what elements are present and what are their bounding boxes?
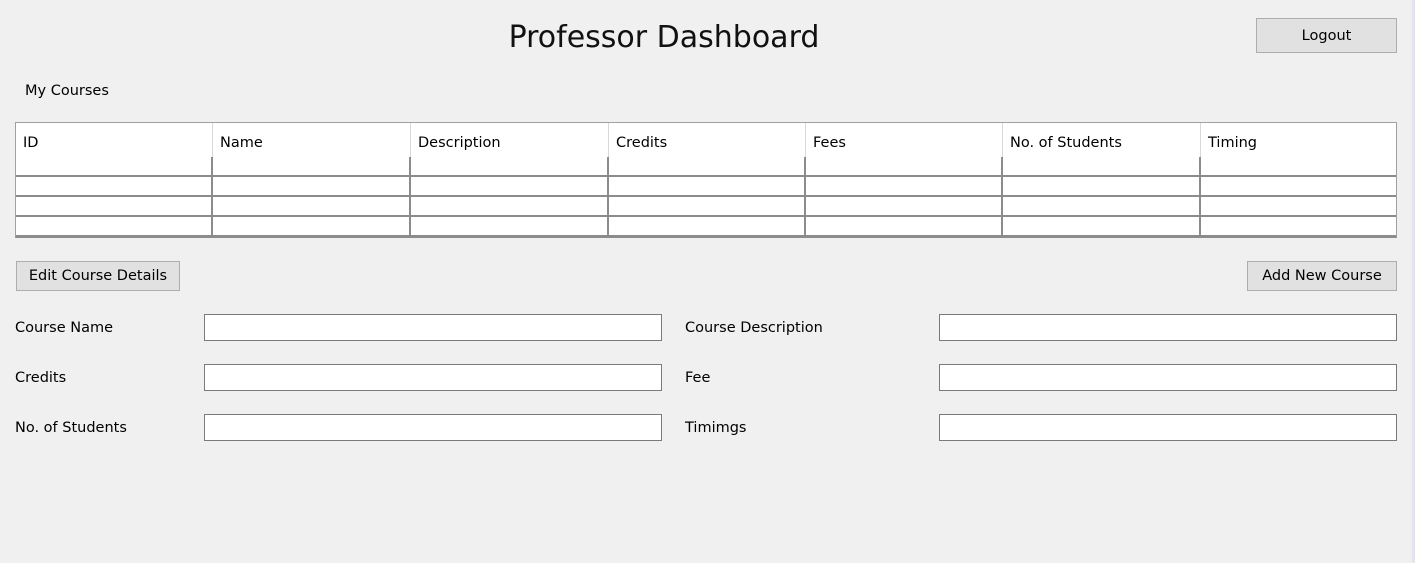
table-cell[interactable] — [806, 217, 1003, 235]
table-cell[interactable] — [213, 197, 411, 215]
table-cell[interactable] — [1201, 157, 1396, 175]
column-header-timing[interactable]: Timing — [1201, 123, 1396, 157]
table-cell[interactable] — [16, 157, 213, 175]
table-cell[interactable] — [1201, 217, 1396, 235]
credits-label: Credits — [15, 370, 67, 386]
table-cell[interactable] — [609, 217, 806, 235]
table-row[interactable] — [16, 197, 1396, 217]
column-header-name[interactable]: Name — [213, 123, 411, 157]
table-cell[interactable] — [806, 197, 1003, 215]
column-header-students[interactable]: No. of Students — [1003, 123, 1201, 157]
course-description-label: Course Description — [685, 320, 823, 336]
table-cell[interactable] — [609, 157, 806, 175]
table-cell[interactable] — [1201, 197, 1396, 215]
table-cell[interactable] — [609, 197, 806, 215]
table-header-row: ID Name Description Credits Fees No. of … — [16, 123, 1396, 157]
table-cell[interactable] — [1003, 217, 1201, 235]
add-new-course-button[interactable]: Add New Course — [1247, 261, 1397, 291]
table-cell[interactable] — [16, 177, 213, 195]
column-header-credits[interactable]: Credits — [609, 123, 806, 157]
students-input[interactable] — [204, 414, 662, 441]
table-cell[interactable] — [411, 177, 609, 195]
table-row[interactable] — [16, 177, 1396, 197]
table-row[interactable] — [16, 217, 1396, 236]
table-cell[interactable] — [213, 217, 411, 235]
course-description-input[interactable] — [939, 314, 1397, 341]
table-cell[interactable] — [1201, 177, 1396, 195]
edit-course-details-button[interactable]: Edit Course Details — [16, 261, 180, 291]
column-header-description[interactable]: Description — [411, 123, 609, 157]
my-courses-label: My Courses — [25, 83, 109, 99]
logout-button[interactable]: Logout — [1256, 18, 1397, 53]
fee-input[interactable] — [939, 364, 1397, 391]
table-cell[interactable] — [213, 157, 411, 175]
table-cell[interactable] — [411, 217, 609, 235]
table-cell[interactable] — [1003, 197, 1201, 215]
page-title: Professor Dashboard — [508, 20, 820, 55]
credits-input[interactable] — [204, 364, 662, 391]
table-cell[interactable] — [609, 177, 806, 195]
table-cell[interactable] — [411, 157, 609, 175]
table-cell[interactable] — [16, 197, 213, 215]
table-cell[interactable] — [1003, 157, 1201, 175]
table-cell[interactable] — [1003, 177, 1201, 195]
timings-label: Timimgs — [685, 420, 747, 436]
table-cell[interactable] — [411, 197, 609, 215]
column-header-id[interactable]: ID — [16, 123, 213, 157]
table-cell[interactable] — [806, 157, 1003, 175]
fee-label: Fee — [685, 370, 711, 386]
table-cell[interactable] — [806, 177, 1003, 195]
timings-input[interactable] — [939, 414, 1397, 441]
course-name-label: Course Name — [15, 320, 114, 336]
table-cell[interactable] — [16, 217, 213, 235]
table-cell[interactable] — [213, 177, 411, 195]
table-row[interactable] — [16, 157, 1396, 177]
students-label: No. of Students — [15, 420, 127, 436]
column-header-fees[interactable]: Fees — [806, 123, 1003, 157]
courses-table[interactable]: ID Name Description Credits Fees No. of … — [15, 122, 1397, 238]
course-name-input[interactable] — [204, 314, 662, 341]
